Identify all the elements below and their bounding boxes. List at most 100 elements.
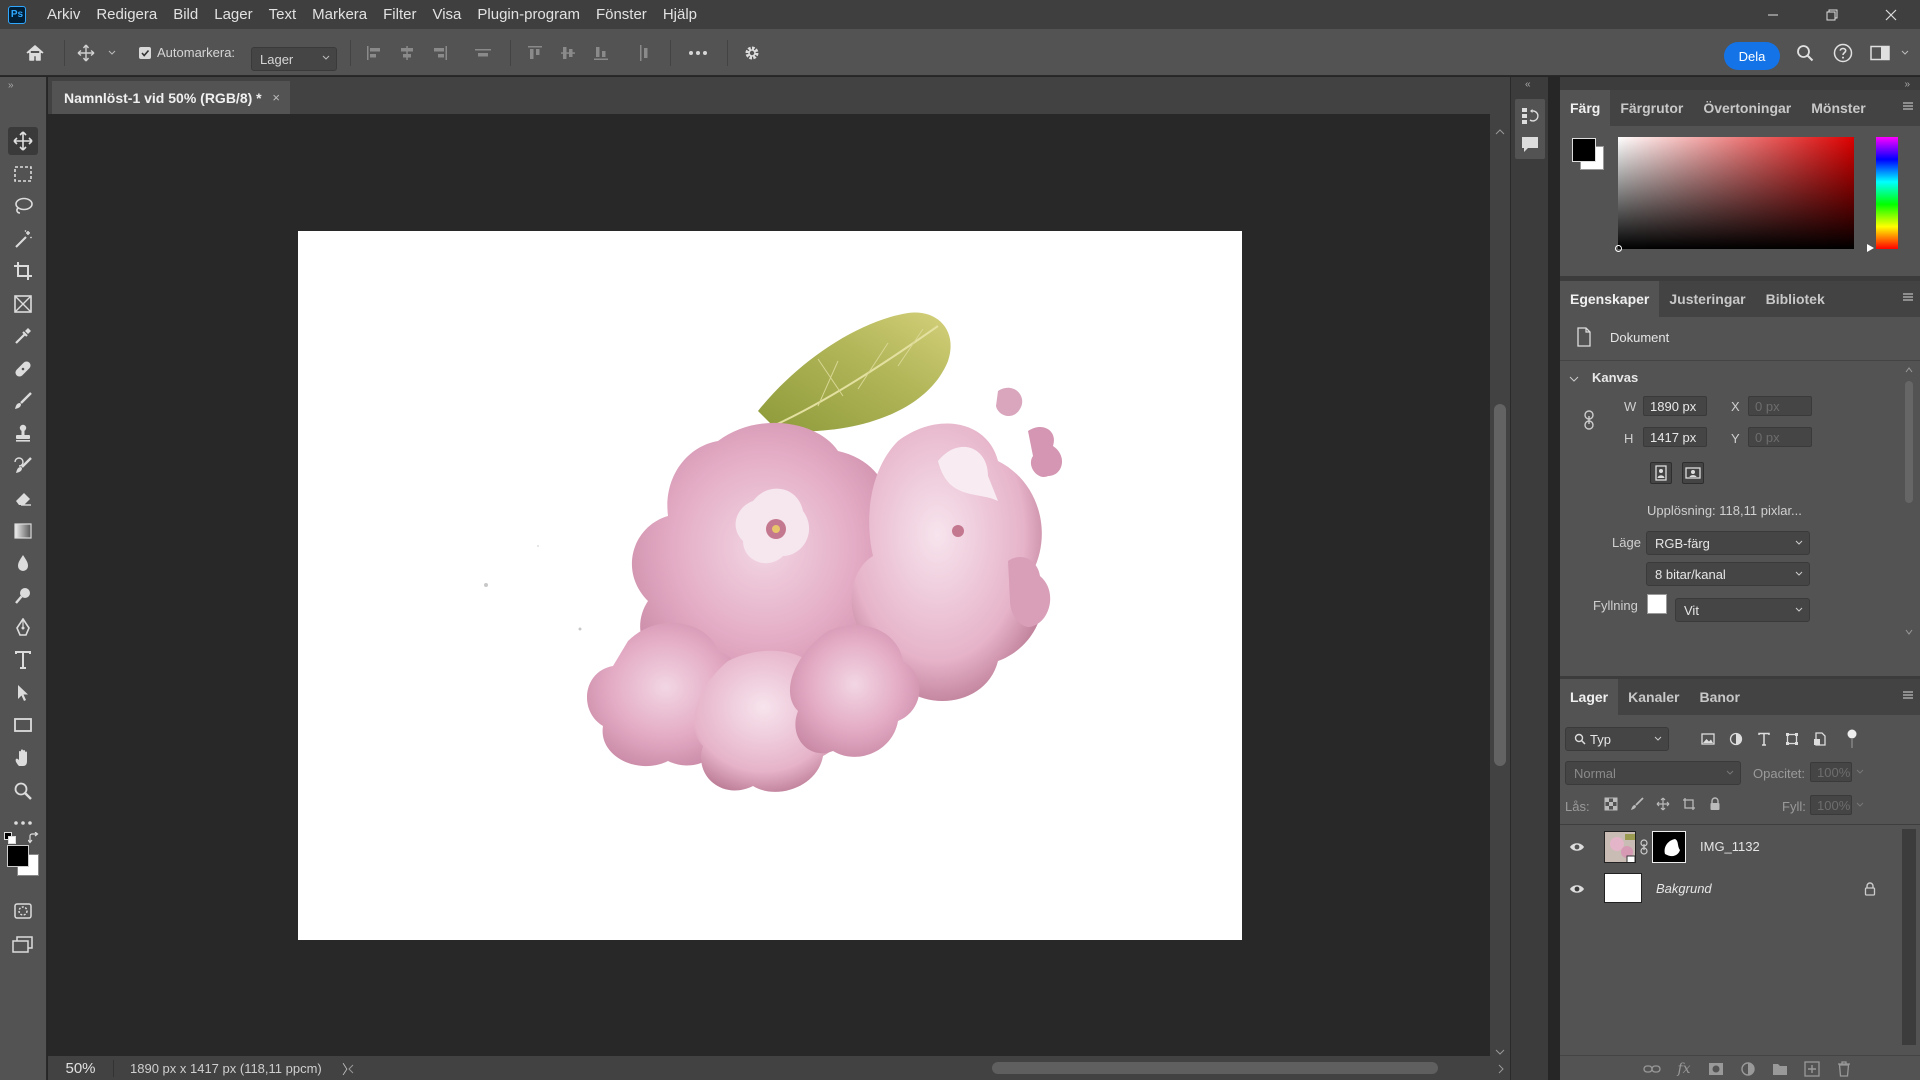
hue-slider-handle[interactable] (1867, 244, 1874, 252)
magic-wand-tool[interactable] (8, 225, 38, 253)
new-layer-button[interactable] (1802, 1060, 1822, 1078)
brush-tool[interactable] (8, 387, 38, 415)
collapse-toolbar-icon[interactable]: » (8, 80, 14, 91)
align-horizontal-center-button[interactable] (396, 29, 418, 76)
layer-row[interactable]: Bakgrund (1560, 868, 1920, 910)
tab-lager[interactable]: Lager (1560, 679, 1619, 715)
tool-preset-dropdown[interactable] (106, 29, 118, 76)
y-field[interactable]: 0 px (1748, 427, 1812, 447)
mask-link-icon[interactable] (1639, 838, 1649, 856)
fx-icon[interactable]: fx (1674, 1060, 1694, 1078)
quick-mask-button[interactable] (8, 897, 38, 925)
eraser-tool[interactable] (8, 484, 38, 512)
help-button[interactable] (1831, 29, 1855, 76)
lock-transparent-pixels-button[interactable] (1602, 795, 1620, 813)
align-left-button[interactable] (363, 29, 385, 76)
tab-monster[interactable]: Mönster (1801, 90, 1875, 126)
filter-toggle-button[interactable] (1844, 727, 1860, 751)
lock-all-button[interactable] (1706, 795, 1724, 813)
share-button[interactable]: Dela (1724, 42, 1780, 70)
panel-menu-icon[interactable] (1902, 291, 1914, 303)
marquee-tool[interactable] (8, 160, 38, 188)
horizontal-scrollbar[interactable] (348, 1056, 1510, 1080)
menu-fonster[interactable]: Fönster (588, 0, 655, 29)
blur-tool[interactable] (8, 549, 38, 577)
add-mask-button[interactable] (1706, 1060, 1726, 1078)
clone-stamp-tool[interactable] (8, 419, 38, 447)
align-top-button[interactable] (524, 29, 546, 76)
automarkera-checkbox[interactable] (138, 29, 152, 76)
align-bottom-button[interactable] (590, 29, 612, 76)
layer-mask-thumbnail[interactable] (1652, 831, 1686, 863)
lock-artboard-button[interactable] (1680, 795, 1698, 813)
document-canvas[interactable] (298, 231, 1242, 940)
filter-pixel-layers-button[interactable] (1698, 729, 1718, 749)
layer-filter-select[interactable]: Typ (1565, 727, 1669, 751)
x-field[interactable]: 0 px (1748, 396, 1812, 416)
align-vertical-center-button[interactable] (557, 29, 579, 76)
layer-thumbnail[interactable] (1604, 873, 1642, 903)
filter-type-layers-button[interactable] (1754, 729, 1774, 749)
distribute-button[interactable] (472, 29, 494, 76)
layers-scrollbar[interactable] (1902, 829, 1916, 1045)
layer-name[interactable]: Bakgrund (1656, 881, 1712, 896)
foreground-color-swatch[interactable] (1572, 138, 1596, 162)
automarkera-target-select[interactable]: Lager (251, 47, 337, 71)
delete-layer-button[interactable] (1834, 1060, 1854, 1078)
layer-name[interactable]: IMG_1132 (1700, 839, 1760, 854)
height-field[interactable]: 1417 px (1643, 427, 1707, 447)
align-right-button[interactable] (429, 29, 451, 76)
blend-mode-select[interactable]: Normal (1565, 761, 1741, 785)
menu-filter[interactable]: Filter (375, 0, 424, 29)
opacity-field[interactable]: 100% (1810, 762, 1852, 782)
workspace-dropdown[interactable] (1899, 29, 1911, 76)
fill-dropdown[interactable] (1854, 799, 1866, 811)
type-tool[interactable] (8, 646, 38, 674)
menu-redigera[interactable]: Redigera (88, 0, 165, 29)
portrait-orientation-button[interactable] (1650, 462, 1672, 484)
hue-slider[interactable] (1876, 137, 1898, 249)
layer-row[interactable]: IMG_1132 (1560, 826, 1920, 868)
scroll-up-icon[interactable] (1495, 122, 1505, 139)
opacity-dropdown[interactable] (1854, 766, 1866, 778)
foreground-color-swatch[interactable] (7, 845, 29, 867)
horizontal-scroll-thumb[interactable] (992, 1062, 1438, 1074)
rectangle-tool[interactable] (8, 711, 38, 739)
menu-plugin-program[interactable]: Plugin-program (469, 0, 588, 29)
dodge-tool[interactable] (8, 582, 38, 610)
link-layers-button[interactable] (1642, 1060, 1662, 1078)
home-button[interactable] (20, 29, 50, 76)
scroll-right-icon[interactable] (1498, 1062, 1504, 1077)
collapse-panels-icon[interactable]: » (1904, 79, 1910, 90)
tool-settings-button[interactable] (740, 29, 764, 76)
gradient-tool[interactable] (8, 517, 38, 545)
menu-visa[interactable]: Visa (424, 0, 469, 29)
bit-depth-select[interactable]: 8 bitar/kanal (1646, 562, 1810, 586)
filter-shape-layers-button[interactable] (1782, 729, 1802, 749)
new-group-button[interactable] (1770, 1060, 1790, 1078)
move-tool-preset-button[interactable] (74, 29, 98, 76)
tab-justeringar[interactable]: Justeringar (1659, 281, 1755, 317)
minimize-button[interactable] (1743, 0, 1802, 29)
crop-tool[interactable] (8, 257, 38, 285)
link-dimensions-icon[interactable] (1582, 409, 1596, 431)
hand-tool[interactable] (8, 744, 38, 772)
color-picker-marker[interactable] (1615, 245, 1622, 252)
layer-visibility-toggle[interactable] (1568, 880, 1586, 898)
document-tab[interactable]: Namnlöst-1 vid 50% (RGB/8) * × (52, 81, 290, 114)
tab-bibliotek[interactable]: Bibliotek (1756, 281, 1835, 317)
filter-adjustment-layers-button[interactable] (1726, 729, 1746, 749)
lasso-tool[interactable] (8, 192, 38, 220)
layer-locked-icon[interactable] (1862, 880, 1878, 898)
layer-thumbnail[interactable] (1604, 831, 1636, 863)
panel-menu-icon[interactable] (1902, 100, 1914, 112)
distribute-vertical-button[interactable] (633, 29, 655, 76)
menu-lager[interactable]: Lager (206, 0, 260, 29)
close-tab-icon[interactable]: × (272, 90, 280, 105)
tab-kanaler[interactable]: Kanaler (1618, 679, 1689, 715)
tab-egenskaper[interactable]: Egenskaper (1560, 281, 1660, 317)
layer-visibility-toggle[interactable] (1568, 838, 1586, 856)
zoom-level-field[interactable]: 50% (48, 1059, 114, 1077)
section-collapse-icon[interactable] (1568, 373, 1580, 385)
pen-tool[interactable] (8, 614, 38, 642)
